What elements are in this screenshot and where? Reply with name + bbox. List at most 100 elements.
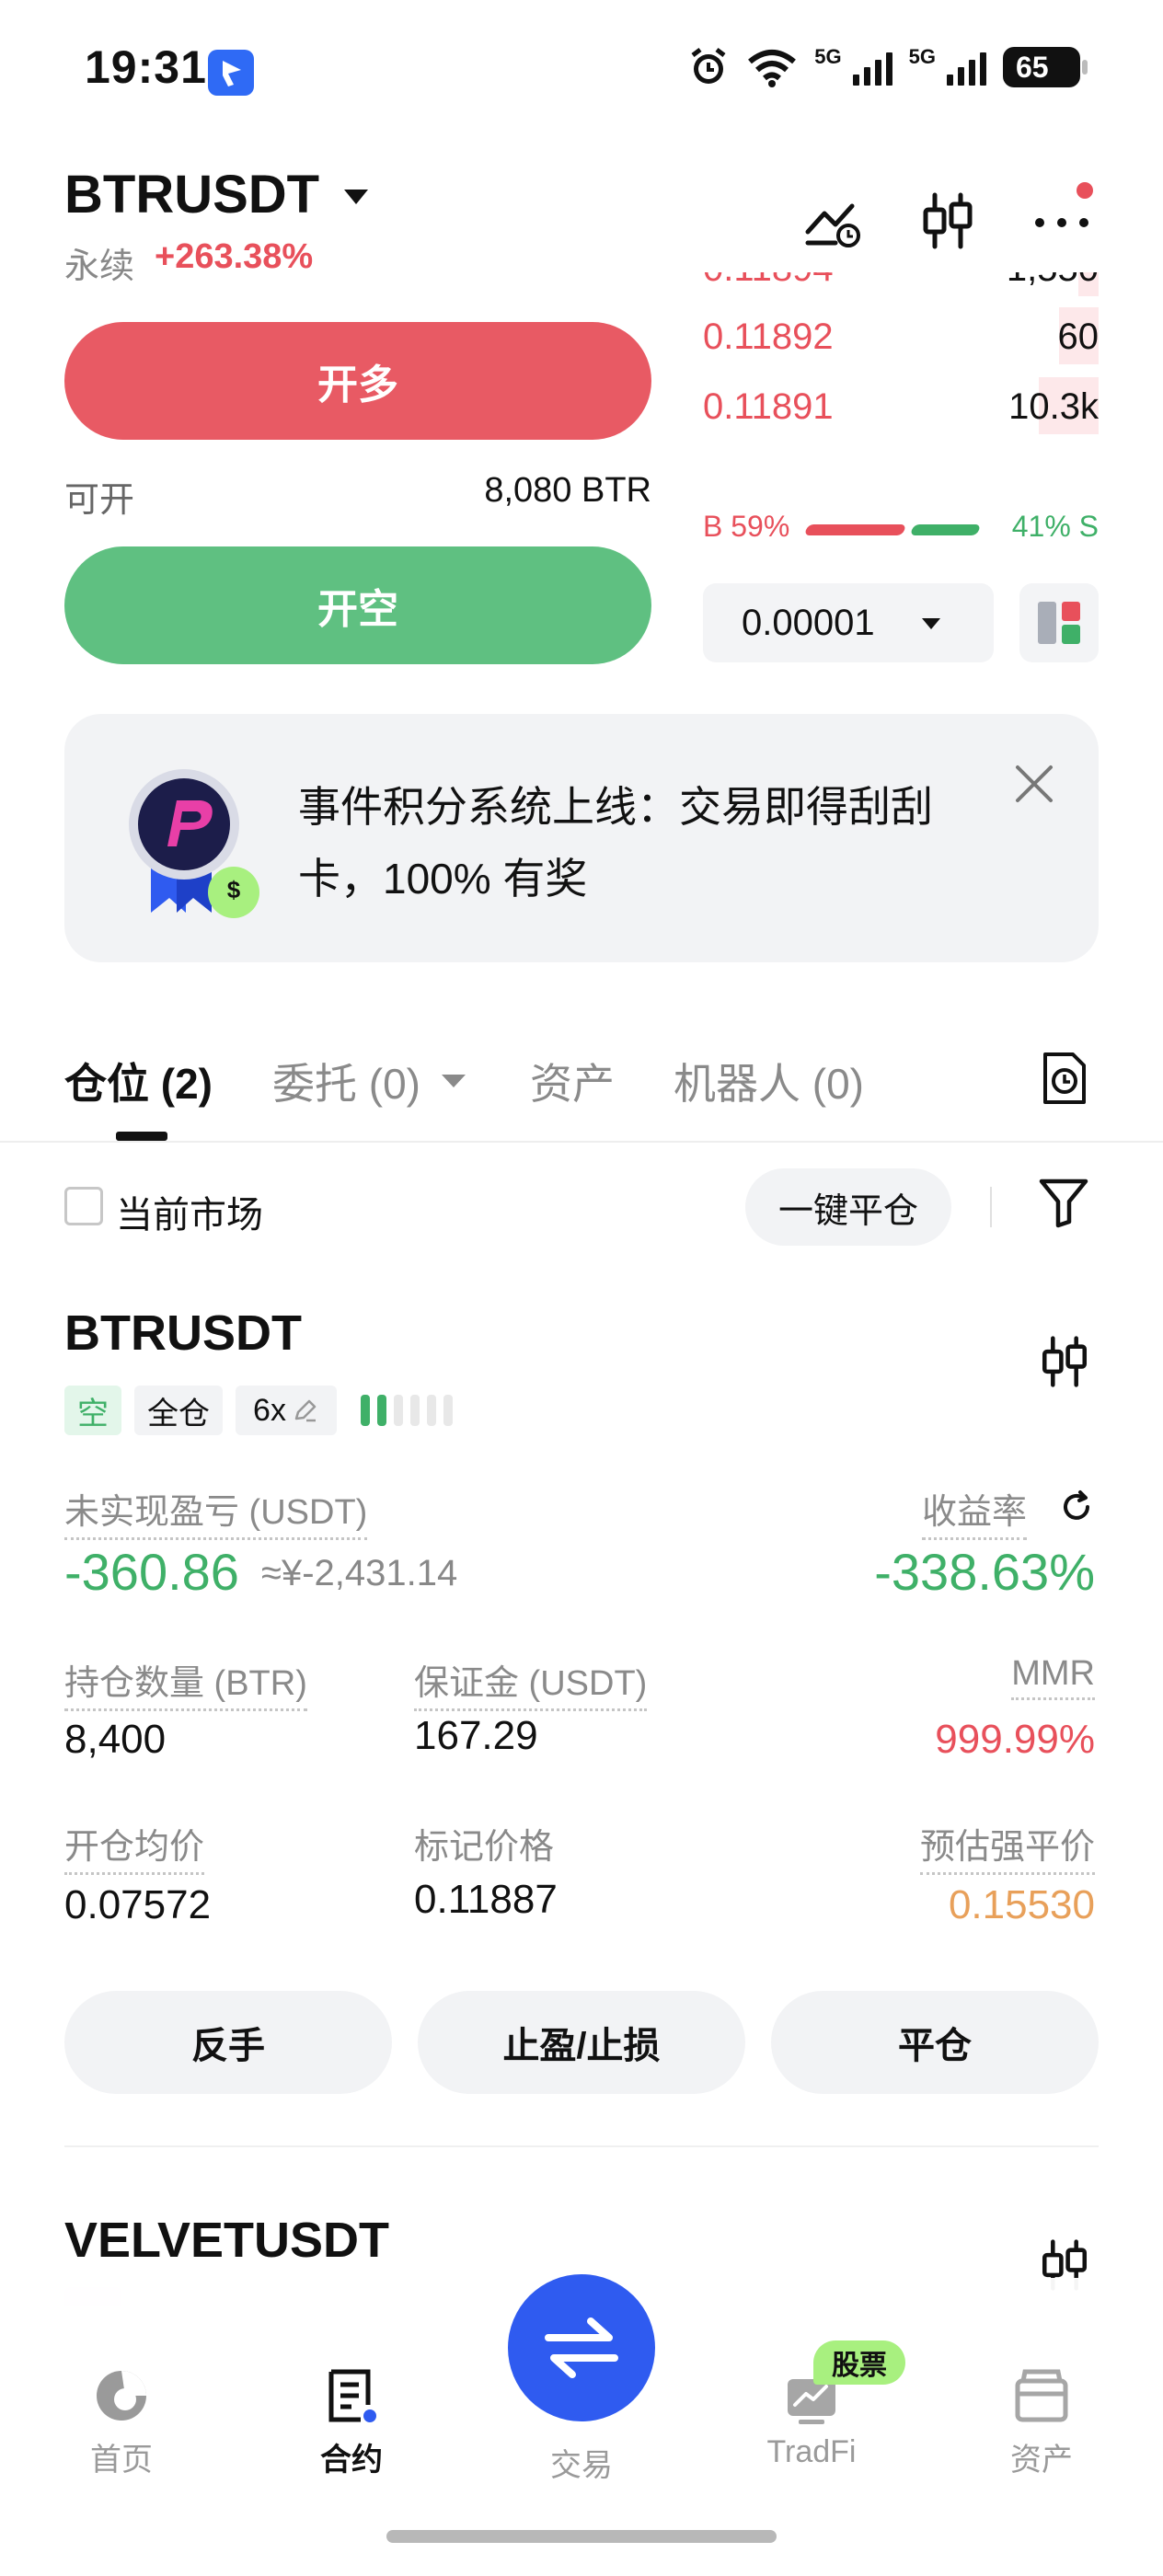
banner-text: 事件积分系统上线：交易即得刮刮卡，100% 有奖 — [298, 783, 933, 903]
roe-label[interactable]: 收益率 — [921, 1483, 1027, 1540]
filter-icon — [1039, 1179, 1088, 1228]
leverage-value: 6x — [253, 1392, 286, 1428]
strength-segment — [377, 1395, 386, 1426]
price-change: +263.38% — [155, 237, 314, 276]
buy-ratio-bar — [803, 524, 907, 535]
tab-bots[interactable]: 机器人 (0) — [674, 1051, 864, 1111]
orderbook-row[interactable]: 0.11894 1,550 — [703, 272, 1099, 302]
position-symbol[interactable]: BTRUSDT — [64, 1305, 302, 1362]
current-market-label[interactable]: 当前市场 — [116, 1185, 263, 1238]
close-icon — [1016, 765, 1053, 802]
history-icon — [1043, 1052, 1086, 1104]
leverage-tag[interactable]: 6x — [236, 1386, 337, 1435]
filter-button[interactable] — [1038, 1176, 1089, 1234]
liq-price-label[interactable]: 预估强平价 — [919, 1818, 1095, 1875]
nav-assets[interactable]: 资产 — [968, 2366, 1115, 2479]
nav-tradfi-label: TradFi — [766, 2434, 857, 2469]
wifi-icon — [748, 50, 797, 87]
strength-segment — [427, 1395, 436, 1426]
orderbook-layout-button[interactable] — [1019, 583, 1099, 662]
open-short-button[interactable]: 开空 — [64, 546, 651, 664]
ask-price: 0.11892 — [703, 316, 834, 357]
futures-icon — [322, 2366, 381, 2425]
buy-sell-ratio: B 59% 41% S — [703, 506, 1099, 548]
status-bar: 19:31 5G 5G 65 — [0, 0, 1163, 138]
position-chart-button[interactable] — [1038, 1332, 1091, 1396]
pair-title[interactable]: BTRUSDT — [64, 164, 319, 225]
tp-sl-button[interactable]: 止盈/止损 — [418, 1991, 745, 2094]
side-tag: 空 — [64, 1386, 121, 1435]
header-actions — [804, 182, 1093, 250]
status-indicators: 5G 5G 65 — [687, 45, 1088, 88]
orderbook-row[interactable]: 0.11891 10.3k — [703, 372, 1099, 440]
sell-ratio-bar — [909, 524, 982, 535]
ask-price: 0.11891 — [703, 386, 834, 427]
size-value: 8,400 — [64, 1717, 167, 1762]
nav-assets-label: 资产 — [1010, 2443, 1073, 2478]
close-position-button[interactable]: 平仓 — [771, 1991, 1099, 2094]
ask-qty: 1,550 — [1007, 272, 1099, 290]
notification-dot — [1077, 182, 1093, 199]
ask-qty: 10.3k — [1008, 386, 1099, 427]
price-alert-button[interactable] — [804, 191, 863, 250]
battery-level: 65 — [1016, 50, 1049, 84]
announcement-banner[interactable]: $ 事件积分系统上线：交易即得刮刮卡，100% 有奖 — [64, 714, 1099, 962]
home-icon — [92, 2366, 151, 2425]
pair-dropdown-icon[interactable] — [344, 190, 368, 204]
swap-icon — [545, 2317, 618, 2378]
contract-type: 永续 — [64, 247, 135, 286]
orderbook-row[interactable]: 0.11892 60 — [703, 302, 1099, 370]
banner-close-button[interactable] — [1010, 760, 1058, 808]
unrealized-pnl-label[interactable]: 未实现盈亏 (USDT) — [64, 1483, 368, 1540]
candlestick-icon — [1042, 1336, 1088, 1387]
margin-label[interactable]: 保证金 (USDT) — [414, 1654, 648, 1711]
chart-button[interactable] — [918, 191, 977, 250]
mark-price-label: 标记价格 — [414, 1828, 555, 1867]
mmr-label[interactable]: MMR — [1011, 1654, 1095, 1700]
tab-positions[interactable]: 仓位 (2) — [64, 1051, 213, 1111]
network-label-1: 5G — [814, 45, 842, 68]
entry-price-label[interactable]: 开仓均价 — [64, 1818, 205, 1875]
nav-trade-label[interactable]: 交易 — [508, 2440, 655, 2485]
entry-price-value: 0.07572 — [64, 1882, 212, 1927]
ask-price: 0.11894 — [703, 272, 834, 290]
available-label: 可开 — [64, 481, 135, 520]
position-symbol[interactable]: VELVETUSDT — [64, 2212, 389, 2269]
history-button[interactable] — [1042, 1051, 1088, 1110]
trade-button[interactable] — [508, 2274, 655, 2421]
available-value: 8,080 BTR — [484, 471, 651, 510]
price-alert-icon — [805, 203, 860, 247]
margin-mode-tag: 全仓 — [134, 1386, 223, 1435]
divider — [64, 2145, 1099, 2147]
nav-home[interactable]: 首页 — [48, 2366, 195, 2479]
position-strength-indicator — [361, 1395, 453, 1426]
more-button[interactable] — [1032, 182, 1093, 250]
chevron-down-icon[interactable] — [440, 1071, 467, 1091]
mmr-value: 999.99% — [935, 1717, 1095, 1762]
strength-segment — [443, 1395, 453, 1426]
current-market-checkbox[interactable] — [64, 1187, 103, 1225]
battery-icon: 65 — [1003, 47, 1088, 87]
size-label[interactable]: 持仓数量 (BTR) — [64, 1654, 307, 1711]
roe-value: -338.63% — [874, 1543, 1095, 1601]
stock-badge: 股票 — [813, 2340, 905, 2385]
orderbook: 0.11894 1,550 0.11892 60 0.11891 10.3k — [703, 272, 1099, 477]
mark-price-value: 0.11887 — [414, 1877, 558, 1922]
refresh-roe-button[interactable] — [1058, 1489, 1095, 1530]
tab-orders[interactable]: 委托 (0) — [272, 1051, 420, 1111]
open-long-button[interactable]: 开多 — [64, 322, 651, 440]
tab-assets[interactable]: 资产 — [530, 1051, 615, 1111]
nav-futures[interactable]: 合约 — [278, 2366, 425, 2479]
buy-ratio-label: B 59% — [703, 510, 790, 543]
ask-qty: 60 — [1057, 316, 1100, 357]
refresh-icon — [1064, 1490, 1089, 1520]
status-time: 19:31 — [85, 41, 207, 93]
signal-icon-2 — [947, 49, 986, 86]
nav-home-label: 首页 — [90, 2443, 153, 2478]
precision-select[interactable]: 0.00001 — [703, 583, 994, 662]
wallet-icon — [1012, 2366, 1071, 2425]
alarm-icon — [691, 48, 726, 84]
medal-badge-symbol: $ — [226, 876, 241, 903]
close-all-button[interactable]: 一键平仓 — [745, 1168, 951, 1246]
reverse-button[interactable]: 反手 — [64, 1991, 392, 2094]
